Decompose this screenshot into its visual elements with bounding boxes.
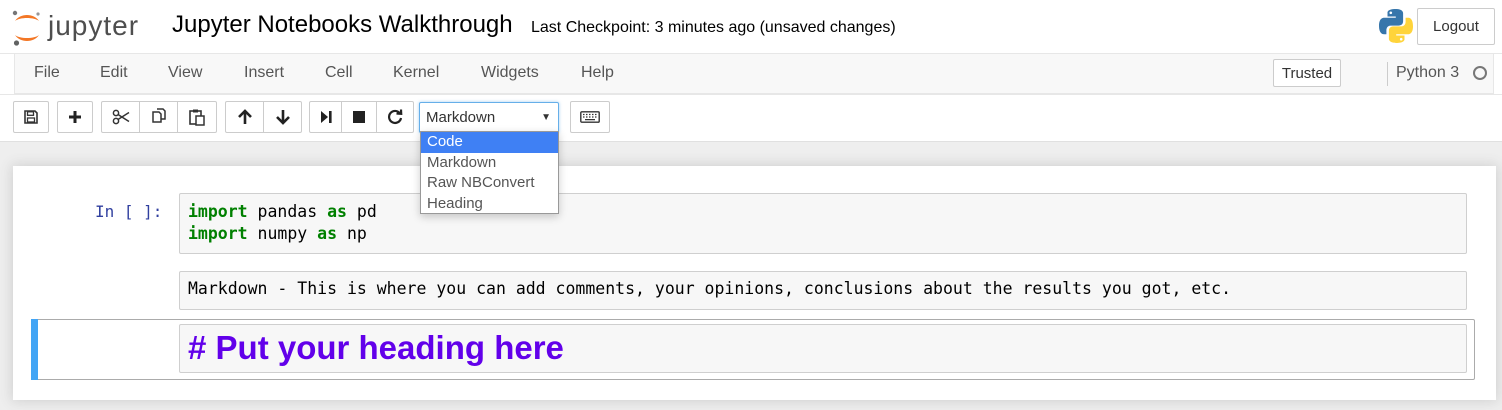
stop-icon bbox=[353, 111, 365, 123]
cut-icon bbox=[112, 109, 129, 125]
keyword: as bbox=[327, 202, 347, 221]
code-text: pd bbox=[346, 202, 377, 221]
toolbar: Markdown ▼ bbox=[0, 95, 1502, 142]
command-palette-button[interactable] bbox=[570, 101, 610, 133]
insert-cell-button[interactable] bbox=[57, 101, 93, 133]
trusted-indicator[interactable]: Trusted bbox=[1273, 59, 1341, 87]
arrow-up-icon bbox=[237, 109, 252, 124]
header: jupyter Jupyter Notebooks Walkthrough La… bbox=[0, 0, 1502, 54]
markdown-cell-input[interactable]: Markdown - This is where you can add com… bbox=[179, 271, 1467, 310]
keyword: as bbox=[317, 224, 338, 243]
menu-insert[interactable]: Insert bbox=[244, 64, 284, 82]
menu-help[interactable]: Help bbox=[581, 64, 614, 82]
input-prompt: In [ ]: bbox=[95, 202, 163, 221]
option-code[interactable]: Code bbox=[421, 132, 558, 153]
cell-type-dropdown: Code Markdown Raw NBConvert Heading bbox=[420, 131, 559, 214]
option-heading[interactable]: Heading bbox=[421, 194, 558, 215]
move-down-button[interactable] bbox=[263, 101, 302, 133]
heading-text: # Put your heading here bbox=[188, 329, 564, 366]
menu-edit[interactable]: Edit bbox=[100, 64, 128, 82]
kernel-idle-icon bbox=[1473, 66, 1487, 80]
menu-widgets[interactable]: Widgets bbox=[481, 64, 539, 82]
paste-button[interactable] bbox=[177, 101, 217, 133]
keyword: import bbox=[188, 202, 248, 221]
save-button[interactable] bbox=[13, 101, 49, 133]
selected-cell-indicator bbox=[31, 319, 38, 380]
caret-down-icon: ▼ bbox=[541, 112, 551, 123]
menubar-inner: File Edit View Insert Cell Kernel Widget… bbox=[14, 54, 1494, 94]
code-text: numpy bbox=[247, 224, 318, 243]
run-icon bbox=[320, 111, 332, 123]
code-line: import pandas as pd bbox=[188, 201, 1466, 223]
jupyter-logo-icon bbox=[12, 10, 40, 46]
menu-cell[interactable]: Cell bbox=[325, 64, 353, 82]
kernel-separator bbox=[1387, 62, 1388, 86]
copy-button[interactable] bbox=[139, 101, 178, 133]
restart-icon bbox=[388, 109, 403, 125]
cut-button[interactable] bbox=[101, 101, 140, 133]
kernel-name[interactable]: Python 3 bbox=[1396, 64, 1459, 82]
menu-view[interactable]: View bbox=[168, 64, 202, 82]
notebook-title[interactable]: Jupyter Notebooks Walkthrough bbox=[172, 11, 513, 39]
heading-cell-input[interactable]: # Put your heading here bbox=[179, 324, 1467, 373]
markdown-text: Markdown - This is where you can add com… bbox=[188, 279, 1232, 298]
plus-icon bbox=[69, 111, 81, 123]
option-markdown[interactable]: Markdown bbox=[421, 153, 558, 174]
paste-icon bbox=[189, 109, 205, 126]
menubar: File Edit View Insert Cell Kernel Widget… bbox=[0, 54, 1502, 95]
jupyter-logo[interactable]: jupyter bbox=[12, 8, 139, 48]
restart-button[interactable] bbox=[376, 101, 414, 133]
arrow-down-icon bbox=[275, 110, 290, 125]
interrupt-button[interactable] bbox=[341, 101, 377, 133]
menu-file[interactable]: File bbox=[34, 64, 60, 82]
save-icon bbox=[24, 110, 38, 124]
menu-kernel[interactable]: Kernel bbox=[393, 64, 439, 82]
copy-icon bbox=[151, 108, 166, 123]
keyword: import bbox=[188, 224, 248, 243]
cell-type-select[interactable]: Markdown ▼ bbox=[419, 102, 559, 133]
code-text: pandas bbox=[247, 202, 328, 221]
logo-text: jupyter bbox=[48, 10, 140, 41]
keyboard-icon bbox=[580, 111, 600, 123]
option-raw-nbconvert[interactable]: Raw NBConvert bbox=[421, 173, 558, 194]
code-line: import numpy as np bbox=[188, 223, 1466, 245]
logout-button[interactable]: Logout bbox=[1417, 8, 1495, 45]
move-up-button[interactable] bbox=[225, 101, 264, 133]
run-button[interactable] bbox=[309, 101, 342, 133]
cell-type-value: Markdown bbox=[426, 109, 496, 126]
code-text: np bbox=[337, 224, 367, 243]
python-logo-icon bbox=[1378, 8, 1414, 49]
checkpoint-status: Last Checkpoint: 3 minutes ago (unsaved … bbox=[531, 19, 896, 36]
code-cell-input[interactable]: import pandas as pd import numpy as np bbox=[179, 193, 1467, 254]
